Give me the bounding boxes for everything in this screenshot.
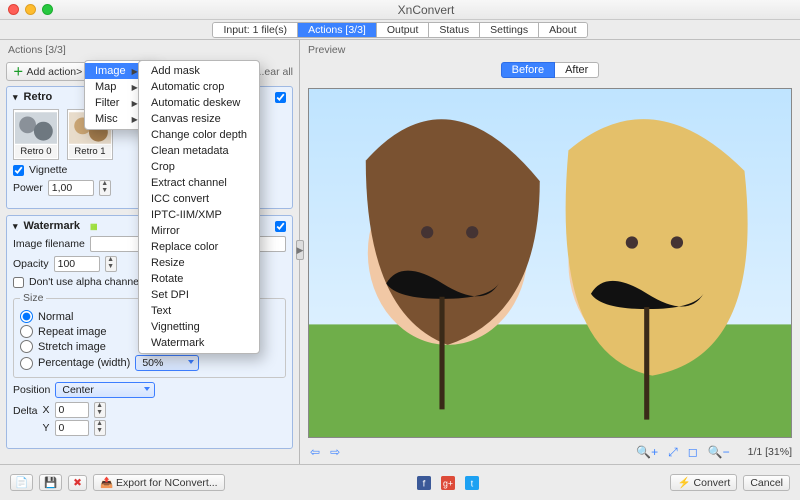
- mi-add-mask[interactable]: Add mask: [139, 63, 259, 79]
- window-title: XnConvert: [60, 3, 792, 17]
- mi-iptc-xmp[interactable]: IPTC-IIM/XMP: [139, 207, 259, 223]
- cancel-button[interactable]: Cancel: [743, 475, 790, 491]
- wm-size-percentage[interactable]: [20, 357, 33, 370]
- clear-all-button[interactable]: ...ear all: [256, 66, 293, 78]
- mi-extract-channel[interactable]: Extract channel: [139, 175, 259, 191]
- prev-image-icon[interactable]: ⇦: [308, 445, 322, 459]
- mi-auto-deskew[interactable]: Automatic deskew: [139, 95, 259, 111]
- mi-text[interactable]: Text: [139, 303, 259, 319]
- facebook-icon[interactable]: f: [417, 476, 431, 490]
- mi-set-dpi[interactable]: Set DPI: [139, 287, 259, 303]
- cancel-label: Cancel: [750, 477, 783, 489]
- svg-text:f: f: [422, 478, 425, 489]
- twitter-icon[interactable]: t: [465, 476, 479, 490]
- delete-script-button[interactable]: ✖: [68, 475, 87, 491]
- mi-crop[interactable]: Crop: [139, 159, 259, 175]
- wm-delta-x[interactable]: 0: [55, 402, 89, 418]
- mi-mirror[interactable]: Mirror: [139, 223, 259, 239]
- card-watermark-title: Watermark: [24, 220, 80, 232]
- zoom-out-icon[interactable]: 🔍−: [706, 445, 732, 459]
- wm-opacity-stepper[interactable]: ▲▼: [105, 256, 117, 272]
- vignette-label: Vignette: [29, 164, 67, 176]
- convert-button[interactable]: ⚡ Convert: [670, 474, 737, 491]
- minimize-dot[interactable]: [25, 4, 36, 15]
- mi-watermark[interactable]: Watermark: [139, 335, 259, 351]
- mi-canvas-resize[interactable]: Canvas resize: [139, 111, 259, 127]
- tab-settings[interactable]: Settings: [480, 23, 539, 37]
- add-action-label: Add action>: [27, 66, 83, 78]
- card-retro-title: Retro: [24, 91, 53, 103]
- preview-counter: 1/1 [31%]: [748, 446, 792, 458]
- preview-canvas: [308, 88, 792, 438]
- wm-percentage-select[interactable]: 50%: [135, 355, 199, 371]
- wm-delta-y-stepper[interactable]: ▲▼: [94, 420, 106, 436]
- preview-after-tab[interactable]: After: [555, 62, 599, 78]
- wm-delta-x-label: X: [43, 404, 50, 416]
- tab-about[interactable]: About: [539, 23, 586, 37]
- wm-delta-y-label: Y: [43, 422, 50, 434]
- mi-vignetting[interactable]: Vignetting: [139, 319, 259, 335]
- add-action-button[interactable]: ＋ Add action>: [6, 62, 89, 81]
- mi-icc-convert[interactable]: ICC convert: [139, 191, 259, 207]
- mi-clean-metadata[interactable]: Clean metadata: [139, 143, 259, 159]
- collapse-icon[interactable]: ▾: [13, 221, 18, 232]
- svg-text:g+: g+: [443, 478, 453, 488]
- wm-position-select[interactable]: Center: [55, 382, 155, 398]
- retro-thumb-0[interactable]: Retro 0: [13, 109, 59, 160]
- power-stepper[interactable]: ▲▼: [99, 180, 111, 196]
- wm-delta-y[interactable]: 0: [55, 420, 89, 436]
- wm-size-repeat[interactable]: [20, 325, 33, 338]
- plus-icon: ＋: [13, 64, 24, 79]
- convert-label: Convert: [694, 477, 731, 489]
- zoom-dot[interactable]: [42, 4, 53, 15]
- close-dot[interactable]: [8, 4, 19, 15]
- mi-auto-crop[interactable]: Automatic crop: [139, 79, 259, 95]
- mi-color-depth[interactable]: Change color depth: [139, 127, 259, 143]
- mi-resize[interactable]: Resize: [139, 255, 259, 271]
- card-watermark-enable[interactable]: [275, 221, 286, 232]
- lightning-icon: ⚡: [677, 476, 690, 489]
- wm-size-legend: Size: [20, 292, 46, 304]
- mi-replace-color[interactable]: Replace color: [139, 239, 259, 255]
- power-value[interactable]: 1,00: [48, 180, 94, 196]
- preview-label: Preview: [300, 40, 800, 60]
- tab-actions[interactable]: Actions [3/3]: [298, 23, 377, 37]
- wm-alpha-label: Don't use alpha channel: [29, 276, 141, 288]
- export-nconvert-button[interactable]: 📤 Export for NConvert...: [93, 474, 225, 491]
- wm-size-stretch[interactable]: [20, 340, 33, 353]
- zoom-actual-icon[interactable]: ◻: [686, 445, 700, 459]
- wm-delta-x-stepper[interactable]: ▲▼: [94, 402, 106, 418]
- actions-header: Actions [3/3]: [0, 40, 299, 60]
- power-label: Power: [13, 182, 43, 194]
- wm-position-label: Position: [13, 384, 50, 396]
- wm-alpha-checkbox[interactable]: [13, 277, 24, 288]
- card-retro-enable[interactable]: [275, 92, 286, 103]
- vignette-checkbox[interactable]: [13, 165, 24, 176]
- tab-status[interactable]: Status: [429, 23, 480, 37]
- image-chip-icon: ▦: [90, 222, 98, 231]
- preview-before-tab[interactable]: Before: [501, 62, 555, 78]
- wm-opacity-label: Opacity: [13, 258, 49, 270]
- mi-rotate[interactable]: Rotate: [139, 271, 259, 287]
- zoom-fit-icon[interactable]: ⤢: [666, 445, 680, 460]
- wm-delta-label: Delta: [13, 405, 38, 417]
- tab-output[interactable]: Output: [377, 23, 430, 37]
- google-plus-icon[interactable]: g+: [441, 476, 455, 490]
- wm-opacity-value[interactable]: 100: [54, 256, 100, 272]
- collapse-icon[interactable]: ▾: [13, 92, 18, 103]
- main-tabs[interactable]: Input: 1 file(s) Actions [3/3] Output St…: [212, 22, 587, 38]
- window-controls[interactable]: [8, 4, 53, 15]
- wm-filename-label: Image filename: [13, 238, 85, 250]
- retro-thumb-0-img: [15, 111, 57, 145]
- next-image-icon[interactable]: ⇨: [328, 445, 342, 459]
- export-icon: 📤: [100, 476, 113, 489]
- save-script-button[interactable]: 💾: [39, 474, 62, 491]
- export-nconvert-label: Export for NConvert...: [116, 477, 218, 489]
- image-submenu[interactable]: Add mask Automatic crop Automatic deskew…: [138, 60, 260, 354]
- zoom-in-icon[interactable]: 🔍+: [634, 445, 660, 459]
- open-script-button[interactable]: 📄: [10, 474, 33, 491]
- wm-size-normal[interactable]: [20, 310, 33, 323]
- tab-input[interactable]: Input: 1 file(s): [213, 23, 298, 37]
